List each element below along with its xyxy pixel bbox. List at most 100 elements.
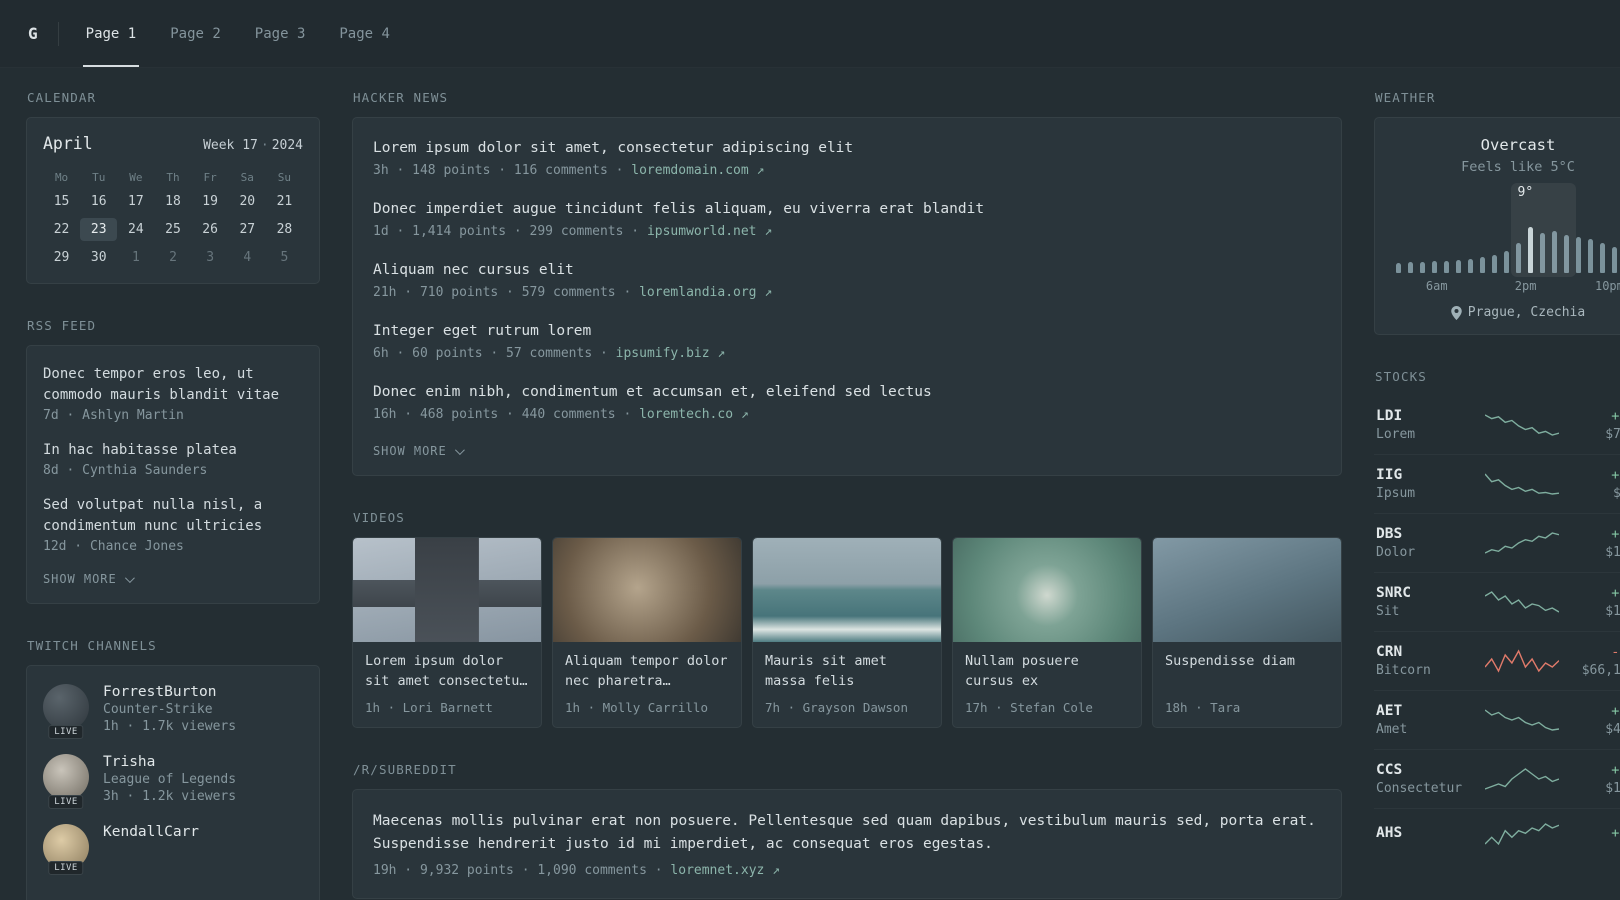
calendar-day: 1 [131, 250, 140, 265]
hn-item-domain-link[interactable]: ipsumify.biz ↗ [616, 346, 726, 361]
avatar [43, 754, 89, 800]
calendar-day: 21 [276, 194, 293, 209]
channel-category: Counter-Strike [103, 702, 213, 717]
rss-item-title[interactable]: Donec tempor eros leo, ut commodo mauris… [43, 364, 303, 406]
video-card[interactable]: Lorem ipsum dolor sit amet consectetu… 1… [352, 537, 542, 729]
rss-show-more-button[interactable]: SHOW MORE [43, 572, 135, 586]
stock-price: $66,171.48 [1581, 663, 1620, 678]
stock-row[interactable]: DBS Dolor +1.42% $156.28 [1374, 513, 1620, 572]
channel-info: Trisha League of Legends 3h · 1.2k viewe… [103, 754, 236, 804]
stock-row[interactable]: IIG Ipsum +2.84% $42.04 [1374, 454, 1620, 513]
video-thumbnail[interactable] [1153, 538, 1341, 643]
video-card[interactable]: Suspendisse diam 18h · Tara [1152, 537, 1342, 729]
stock-change: +0.51% [1611, 762, 1620, 778]
reddit-post-title[interactable]: Maecenas mollis pulvinar erat non posuer… [373, 810, 1321, 855]
tab-page-4[interactable]: Page 4 [336, 0, 393, 67]
video-card[interactable]: Mauris sit amet massa felis 7h · Grayson… [752, 537, 942, 729]
video-title[interactable]: Suspendisse diam [1165, 652, 1329, 692]
video-card[interactable]: Nullam posuere cursus ex 17h · Stefan Co… [952, 537, 1142, 729]
video-meta: 1h · Molly Carrillo [565, 700, 708, 716]
hacker-news-widget: HACKER NEWS Lorem ipsum dolor sit amet, … [352, 90, 1342, 477]
hn-item-title[interactable]: Lorem ipsum dolor sit amet, consectetur … [373, 138, 1321, 159]
videos-row: Lorem ipsum dolor sit amet consectetu… 1… [352, 537, 1342, 729]
stock-change: +0.92% [1611, 703, 1620, 719]
stock-row[interactable]: LDI Lorem +4.35% $795.18 [1374, 396, 1620, 454]
tab-page-1[interactable]: Page 1 [82, 0, 140, 67]
hn-item-domain-link[interactable]: loremtech.co ↗ [639, 407, 749, 422]
reddit-domain-link[interactable]: loremnet.xyz ↗ [670, 863, 780, 878]
twitch-channel-row[interactable]: LIVE KendallCarr [43, 824, 303, 875]
rss-item-title[interactable]: Sed volutpat nulla nisl, a condimentum n… [43, 495, 303, 537]
weather-bar [1599, 243, 1605, 273]
hn-item-domain-link[interactable]: ipsumworld.net ↗ [647, 224, 772, 239]
app-logo[interactable]: G [28, 0, 38, 67]
video-body: Lorem ipsum dolor sit amet consectetu… 1… [353, 642, 541, 727]
rss-widget: RSS FEED Donec tempor eros leo, ut commo… [26, 318, 320, 604]
video-title[interactable]: Mauris sit amet massa felis [765, 652, 929, 692]
channel-info: KendallCarr [103, 824, 199, 870]
video-body: Suspendisse diam 18h · Tara [1153, 642, 1341, 727]
chevron-down-icon [454, 444, 465, 455]
channel-category: League of Legends [103, 772, 237, 787]
video-thumbnail[interactable] [353, 538, 541, 643]
location-text: Prague, Czechia [1467, 305, 1586, 320]
hn-item-title[interactable]: Donec imperdiet augue tincidunt felis al… [373, 199, 1321, 220]
hacker-news-card: Lorem ipsum dolor sit amet, consectetur … [352, 117, 1342, 477]
weather-condition: Overcast [1480, 136, 1556, 154]
video-title[interactable]: Aliquam tempor dolor nec pharetra… [565, 652, 729, 692]
chevron-down-icon [124, 572, 135, 583]
video-title[interactable]: Lorem ipsum dolor sit amet consectetu… [365, 652, 529, 692]
videos-widget: VIDEOS Lorem ipsum dolor sit amet consec… [352, 510, 1342, 729]
hn-item-domain-link[interactable]: loremlandia.org ↗ [639, 285, 772, 300]
stock-row[interactable]: CRN Bitcorn -1.00% $66,171.48 [1374, 631, 1620, 690]
twitch-channel-row[interactable]: LIVE Trisha League of Legends 3h · 1.2k … [43, 754, 303, 809]
rss-item-title[interactable]: In hac habitasse platea [43, 440, 303, 461]
stock-row[interactable]: SNRC Sit +1.36% $148.64 [1374, 572, 1620, 631]
video-body: Nullam posuere cursus ex 17h · Stefan Co… [953, 642, 1141, 727]
hn-item-domain-link[interactable]: loremdomain.com ↗ [631, 163, 764, 178]
calendar-dow-label: Fr [203, 171, 217, 184]
hn-item-title[interactable]: Aliquam nec cursus elit [373, 260, 1321, 281]
dashboard: CALENDAR April Week 17 · 2024 Mo Tu We Th Fr Sa… [0, 68, 1620, 900]
stock-sparkline [1476, 766, 1568, 792]
reddit-card: Maecenas mollis pulvinar erat non posuer… [352, 789, 1342, 900]
video-card[interactable]: Aliquam tempor dolor nec pharetra… 1h · … [552, 537, 742, 729]
calendar-dow-label: Tu [92, 171, 106, 184]
calendar-day: 5 [280, 250, 289, 265]
stock-name: Amet [1376, 722, 1408, 737]
channel-meta: 3h · 1.2k viewers [103, 789, 237, 804]
stock-values: +4.35% $795.18 [1568, 408, 1620, 442]
hn-show-more-button[interactable]: SHOW MORE [373, 444, 465, 458]
stock-sparkline [1476, 648, 1568, 674]
channel-name[interactable]: Trisha [103, 754, 236, 770]
location-pin-icon [1451, 305, 1462, 320]
calendar-dow-label: Mo [54, 171, 69, 184]
video-title[interactable]: Nullam posuere cursus ex [965, 652, 1129, 692]
stock-price: $499.72 [1605, 722, 1620, 737]
stock-symbol: CCS [1376, 762, 1403, 778]
video-thumbnail[interactable] [953, 538, 1141, 643]
hn-item-meta: 16h · 468 points · 440 comments · loremt… [373, 407, 1321, 422]
calendar-dow-label: Th [166, 171, 180, 184]
calendar-week-year: Week 17 · 2024 [203, 138, 303, 153]
calendar-day: 17 [128, 194, 144, 209]
twitch-card: LIVE ForrestBurton Counter-Strike 1h · 1… [26, 665, 320, 900]
channel-name[interactable]: ForrestBurton [103, 684, 236, 700]
video-thumbnail[interactable] [753, 538, 941, 643]
video-thumbnail[interactable] [553, 538, 741, 643]
channel-name[interactable]: KendallCarr [103, 824, 199, 840]
hn-item-title[interactable]: Integer eget rutrum lorem [373, 321, 1321, 342]
weather-bar [1395, 263, 1401, 273]
twitch-channel-row[interactable]: LIVE ForrestBurton Counter-Strike 1h · 1… [43, 684, 303, 739]
stock-row[interactable]: CCS Consectetur +0.51% $165.84 [1374, 749, 1620, 808]
rss-card: Donec tempor eros leo, ut commodo mauris… [26, 345, 320, 604]
hn-item-title[interactable]: Donec enim nibh, condimentum et accumsan… [373, 382, 1321, 403]
rss-item: Donec tempor eros leo, ut commodo mauris… [43, 364, 303, 423]
stock-row[interactable]: AET Amet +0.92% $499.72 [1374, 690, 1620, 749]
tab-page-3[interactable]: Page 3 [252, 0, 309, 67]
weather-widget: WEATHER Overcast Feels like 5°C 9° 6am 2… [1374, 90, 1620, 335]
stock-row[interactable]: AHS +0.46% [1374, 808, 1620, 859]
rss-item-meta: 8d · Cynthia Saunders [43, 463, 208, 478]
tab-page-2[interactable]: Page 2 [167, 0, 224, 67]
temperature-chart: 9° [1395, 183, 1620, 277]
